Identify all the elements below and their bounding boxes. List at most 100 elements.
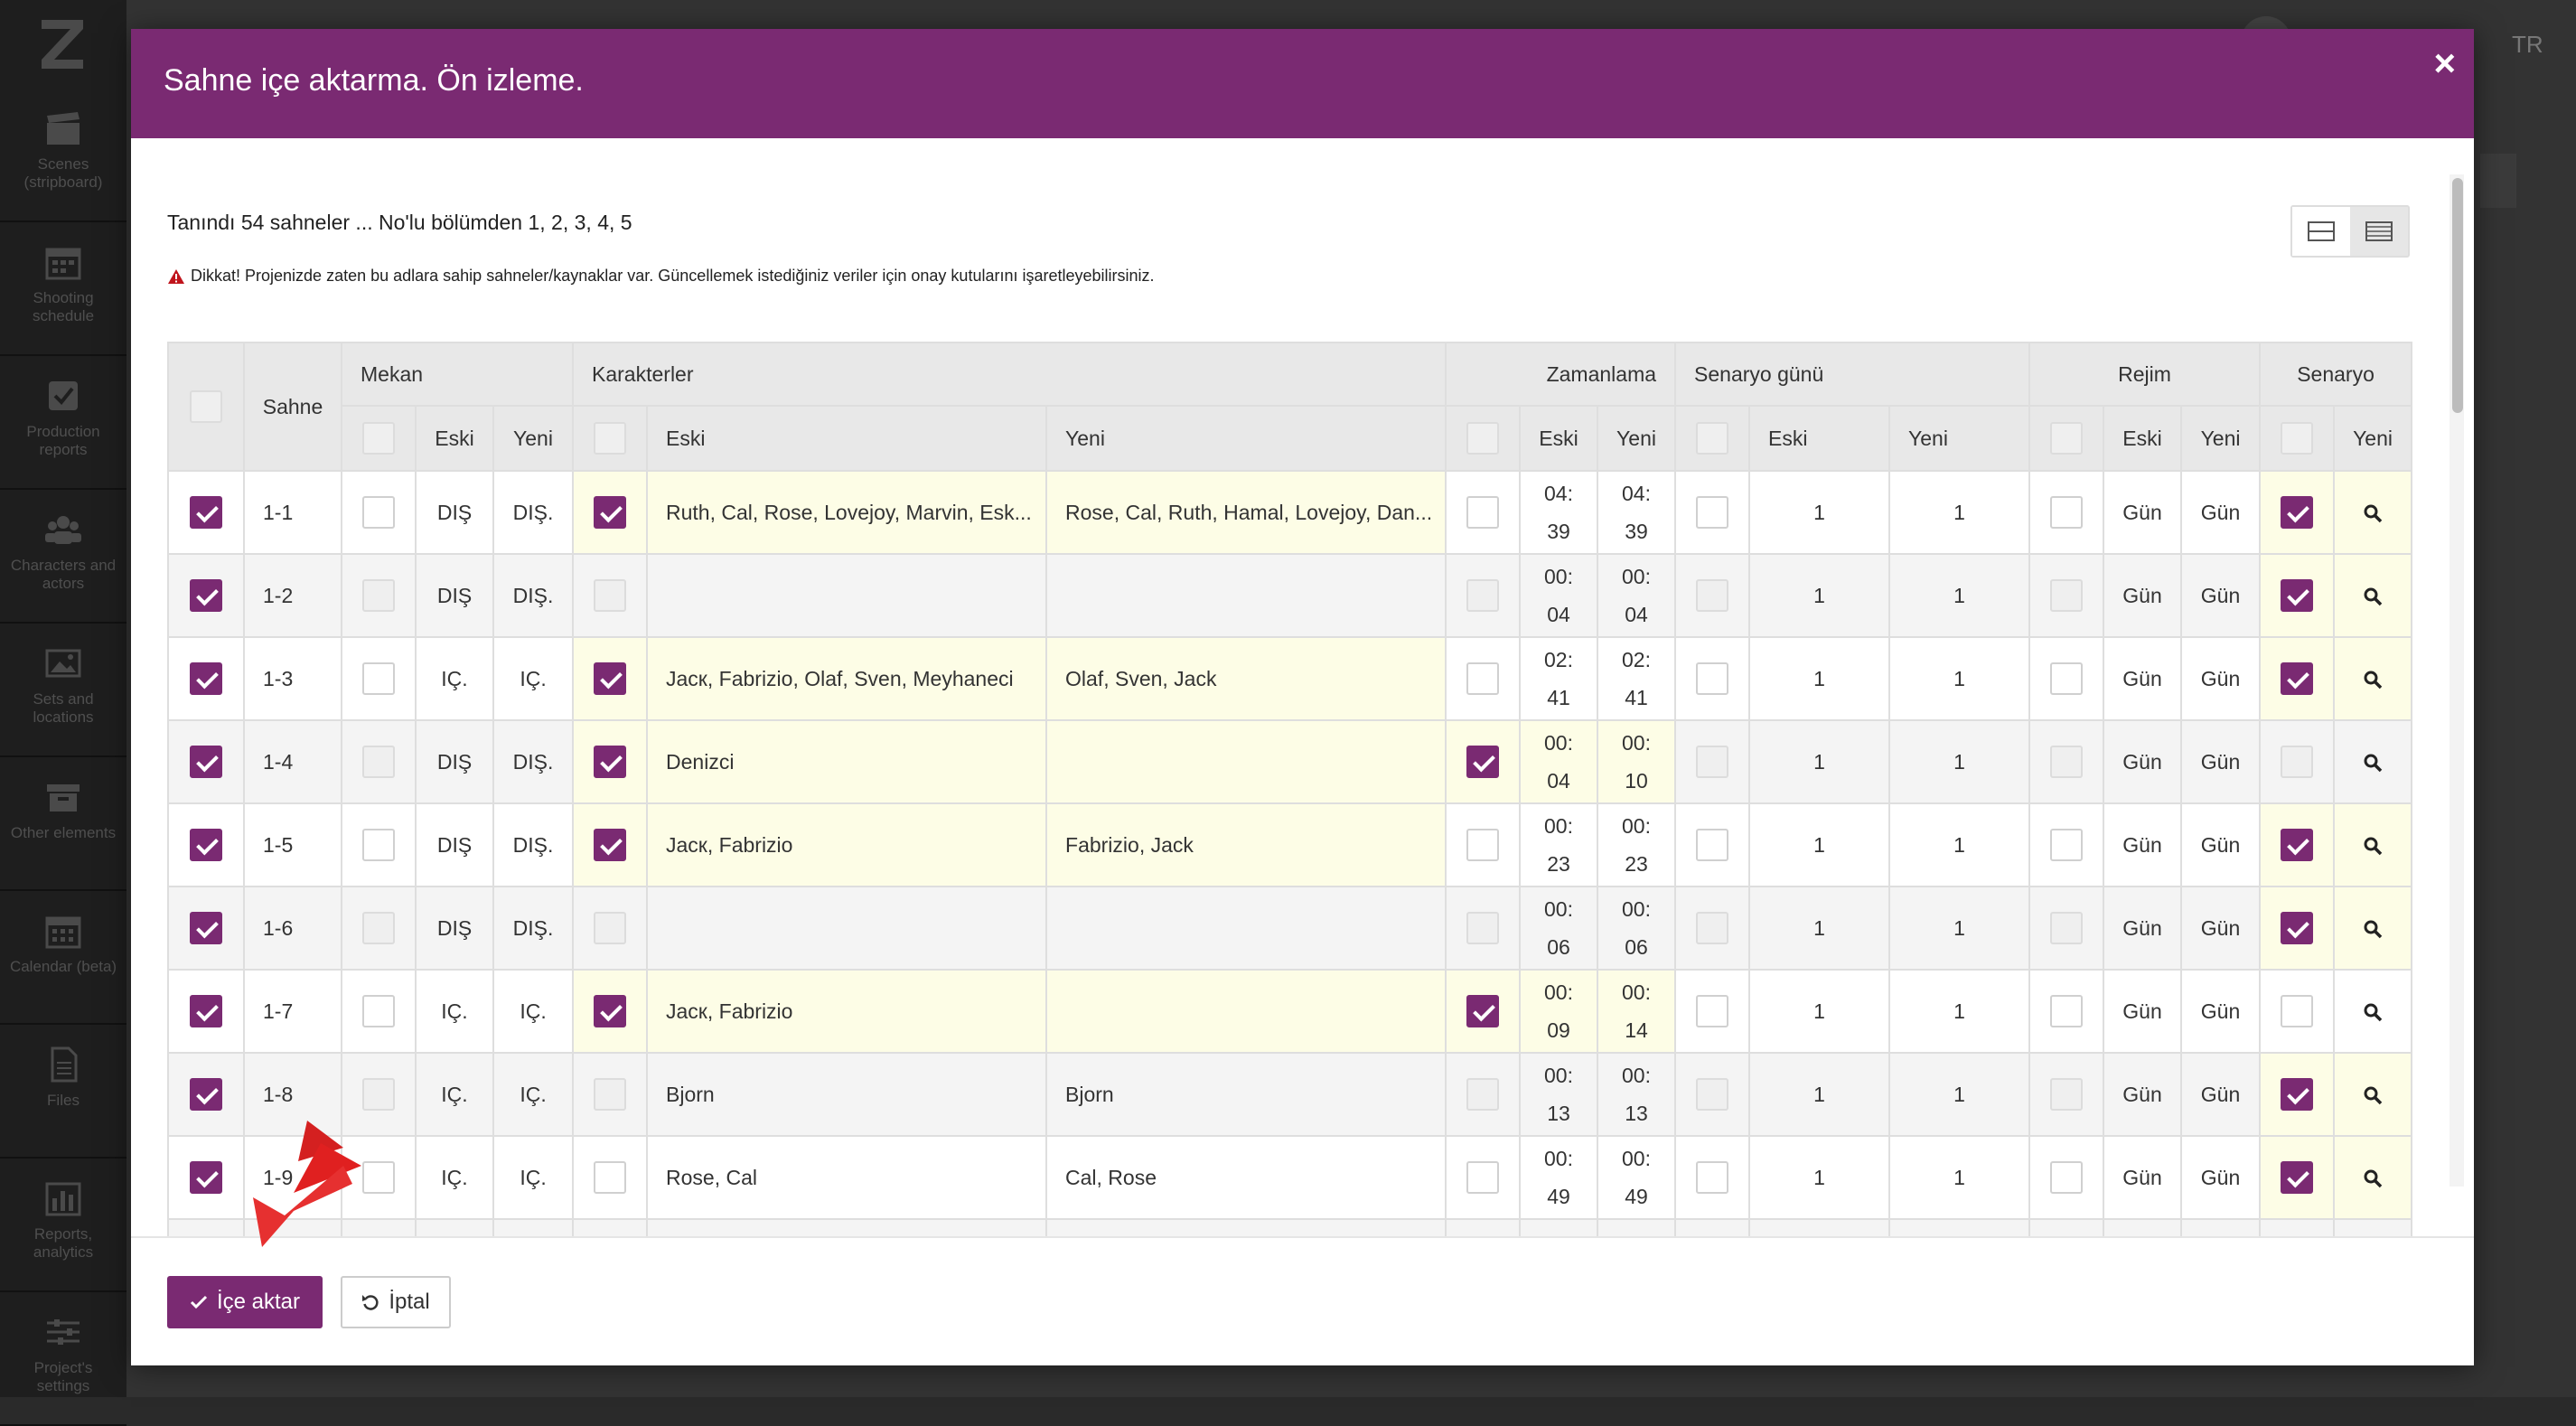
location-update-checkbox[interactable] xyxy=(362,579,395,612)
magnifier-icon[interactable] xyxy=(2363,586,2383,606)
script-update-checkbox[interactable] xyxy=(2281,829,2314,861)
characters-update-checkbox[interactable] xyxy=(594,579,627,612)
regime-update-checkbox[interactable] xyxy=(2050,995,2084,1027)
magnifier-icon[interactable] xyxy=(2363,1085,2383,1105)
script-update-checkbox[interactable] xyxy=(2281,912,2314,944)
timing-column-checkbox[interactable] xyxy=(1466,422,1500,455)
dialog-title: Sahne içe aktarma. Ön izleme. xyxy=(164,63,584,98)
magnifier-icon[interactable] xyxy=(2363,753,2383,773)
script-day-update-checkbox[interactable] xyxy=(1696,829,1729,861)
characters-update-checkbox[interactable] xyxy=(594,1161,627,1194)
script-day-update-checkbox[interactable] xyxy=(1696,746,1729,778)
sidebar-item[interactable]: Reports, analytics xyxy=(0,1160,126,1292)
scrollbar-thumb[interactable] xyxy=(2452,178,2463,413)
characters-update-checkbox[interactable] xyxy=(594,829,627,861)
location-update-checkbox[interactable] xyxy=(362,496,395,529)
timing-update-checkbox[interactable] xyxy=(1466,829,1500,861)
compact-view-button[interactable] xyxy=(2292,207,2350,256)
timing-update-checkbox[interactable] xyxy=(1466,1078,1500,1111)
regime-update-checkbox[interactable] xyxy=(2050,746,2084,778)
sidebar-item[interactable]: Shooting schedule xyxy=(0,224,126,356)
row-select-checkbox[interactable] xyxy=(190,912,222,944)
script-day-update-checkbox[interactable] xyxy=(1696,912,1729,944)
row-select-checkbox[interactable] xyxy=(190,995,222,1027)
magnifier-icon[interactable] xyxy=(2363,1168,2383,1188)
characters-update-checkbox[interactable] xyxy=(594,662,627,695)
cancel-button[interactable]: İptal xyxy=(341,1276,451,1328)
timing-update-checkbox[interactable] xyxy=(1466,579,1500,612)
regime-update-checkbox[interactable] xyxy=(2050,1161,2084,1194)
magnifier-icon[interactable] xyxy=(2363,836,2383,856)
script-update-checkbox[interactable] xyxy=(2281,662,2314,695)
row-select-checkbox[interactable] xyxy=(190,1078,222,1111)
characters-column-checkbox[interactable] xyxy=(594,422,627,455)
row-select-checkbox[interactable] xyxy=(190,746,222,778)
script-column-checkbox[interactable] xyxy=(2281,422,2314,455)
import-button[interactable]: İçe aktar xyxy=(167,1276,323,1328)
script-update-checkbox[interactable] xyxy=(2281,1161,2314,1194)
sidebar-item[interactable]: Other elements xyxy=(0,759,126,891)
regime-update-checkbox[interactable] xyxy=(2050,662,2084,695)
location-update-checkbox[interactable] xyxy=(362,995,395,1027)
regime-update-checkbox[interactable] xyxy=(2050,912,2084,944)
script-day-update-cell xyxy=(1674,719,1751,804)
script-day-update-checkbox[interactable] xyxy=(1696,995,1729,1027)
script-day-update-checkbox[interactable] xyxy=(1696,662,1729,695)
script-day-update-checkbox[interactable] xyxy=(1696,1161,1729,1194)
app-logo-icon[interactable] xyxy=(36,16,89,72)
sidebar-item[interactable]: Project's settings xyxy=(0,1294,126,1426)
script-update-checkbox[interactable] xyxy=(2281,995,2314,1027)
select-all-checkbox[interactable] xyxy=(190,390,222,423)
detailed-view-button[interactable] xyxy=(2350,207,2408,256)
characters-update-checkbox[interactable] xyxy=(594,496,627,529)
language-switch[interactable]: TR xyxy=(2512,31,2543,59)
location-update-checkbox[interactable] xyxy=(362,912,395,944)
characters-update-checkbox[interactable] xyxy=(594,912,627,944)
location-update-checkbox[interactable] xyxy=(362,1078,395,1111)
script-day-column-checkbox[interactable] xyxy=(1696,422,1729,455)
script-day-update-checkbox[interactable] xyxy=(1696,579,1729,612)
location-update-checkbox[interactable] xyxy=(362,662,395,695)
sidebar-item[interactable]: Sets and locations xyxy=(0,625,126,757)
regime-update-checkbox[interactable] xyxy=(2050,496,2084,529)
sidebar-item[interactable]: Files xyxy=(0,1027,126,1159)
regime-update-checkbox[interactable] xyxy=(2050,579,2084,612)
regime-update-checkbox[interactable] xyxy=(2050,1078,2084,1111)
script-update-checkbox[interactable] xyxy=(2281,496,2314,529)
script-update-checkbox[interactable] xyxy=(2281,579,2314,612)
timing-update-checkbox[interactable] xyxy=(1466,746,1500,778)
timing-update-checkbox[interactable] xyxy=(1466,496,1500,529)
timing-update-checkbox[interactable] xyxy=(1466,912,1500,944)
sidebar-item[interactable]: Calendar (beta) xyxy=(0,893,126,1025)
checkbox-icon xyxy=(49,381,78,410)
row-select-checkbox[interactable] xyxy=(190,1161,222,1194)
sidebar-item[interactable]: Scenes (stripboard) xyxy=(0,90,126,222)
script-day-update-checkbox[interactable] xyxy=(1696,1078,1729,1111)
sidebar-item[interactable]: Characters and actors xyxy=(0,492,126,624)
location-update-checkbox[interactable] xyxy=(362,829,395,861)
timing-update-checkbox[interactable] xyxy=(1466,995,1500,1027)
row-select-checkbox[interactable] xyxy=(190,829,222,861)
magnifier-icon[interactable] xyxy=(2363,503,2383,523)
regime-column-checkbox[interactable] xyxy=(2050,422,2084,455)
sidebar-item[interactable]: Production reports xyxy=(0,358,126,490)
regime-update-checkbox[interactable] xyxy=(2050,829,2084,861)
characters-update-checkbox[interactable] xyxy=(594,746,627,778)
script-day-update-checkbox[interactable] xyxy=(1696,496,1729,529)
row-select-checkbox[interactable] xyxy=(190,579,222,612)
magnifier-icon[interactable] xyxy=(2363,670,2383,690)
timing-new: 00: 49 xyxy=(1597,1135,1677,1220)
location-update-checkbox[interactable] xyxy=(362,746,395,778)
close-icon[interactable]: × xyxy=(2433,42,2456,85)
row-select-checkbox[interactable] xyxy=(190,496,222,529)
characters-update-checkbox[interactable] xyxy=(594,995,627,1027)
characters-update-checkbox[interactable] xyxy=(594,1078,627,1111)
script-update-checkbox[interactable] xyxy=(2281,1078,2314,1111)
timing-update-checkbox[interactable] xyxy=(1466,1161,1500,1194)
script-update-checkbox[interactable] xyxy=(2281,746,2314,778)
magnifier-icon[interactable] xyxy=(2363,1002,2383,1022)
row-select-checkbox[interactable] xyxy=(190,662,222,695)
magnifier-icon[interactable] xyxy=(2363,919,2383,939)
timing-update-checkbox[interactable] xyxy=(1466,662,1500,695)
location-column-checkbox[interactable] xyxy=(362,422,395,455)
